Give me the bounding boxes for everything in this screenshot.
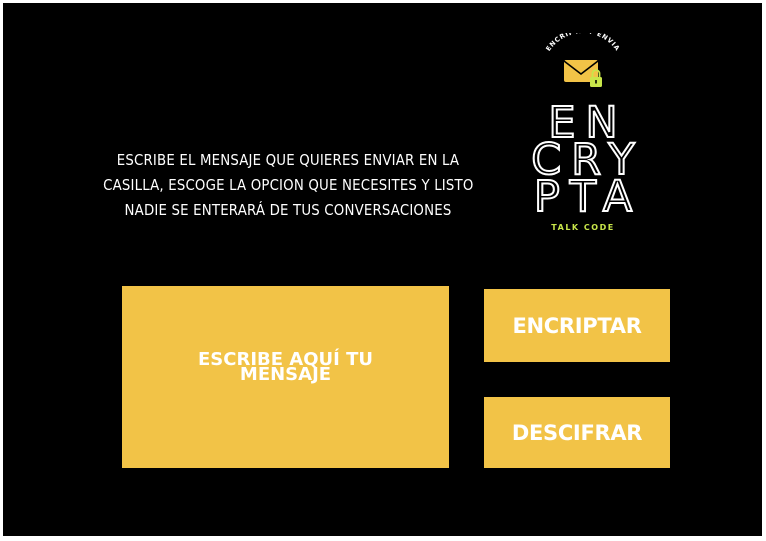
app-frame: ESCRIBE EL MENSAJE QUE QUIERES ENVIAR EN…	[3, 3, 762, 536]
logo-tagline: TALK CODE	[551, 223, 615, 232]
logo-arc-text: ENCRIPTA Y ENVIA	[544, 33, 621, 53]
message-input-placeholder: ESCRIBE AQUÍ TU MENSAJE	[171, 349, 401, 387]
logo-word-line-3: PTA	[533, 172, 643, 222]
instructions-line-1: ESCRIBE EL MENSAJE QUE QUIERES ENVIAR EN…	[116, 151, 460, 169]
decrypt-button[interactable]: DESCIFRAR	[484, 397, 670, 468]
encrypta-logo: ENCRIPTA Y ENVIA EN CRY PTA TALK CODE	[518, 33, 648, 238]
encrypt-button[interactable]: ENCRIPTAR	[484, 289, 670, 362]
svg-text:ENCRIPTA Y ENVIA: ENCRIPTA Y ENVIA	[544, 33, 621, 53]
instructions-text: ESCRIBE EL MENSAJE QUE QUIERES ENVIAR EN…	[103, 148, 473, 223]
instructions-line-3: NADIE SE ENTERARÁ DE TUS CONVERSACIONES	[124, 201, 452, 219]
instructions-line-2: CASILLA, ESCOGE LA OPCION QUE NECESITES …	[103, 176, 474, 194]
message-input[interactable]: ESCRIBE AQUÍ TU MENSAJE	[122, 286, 449, 468]
